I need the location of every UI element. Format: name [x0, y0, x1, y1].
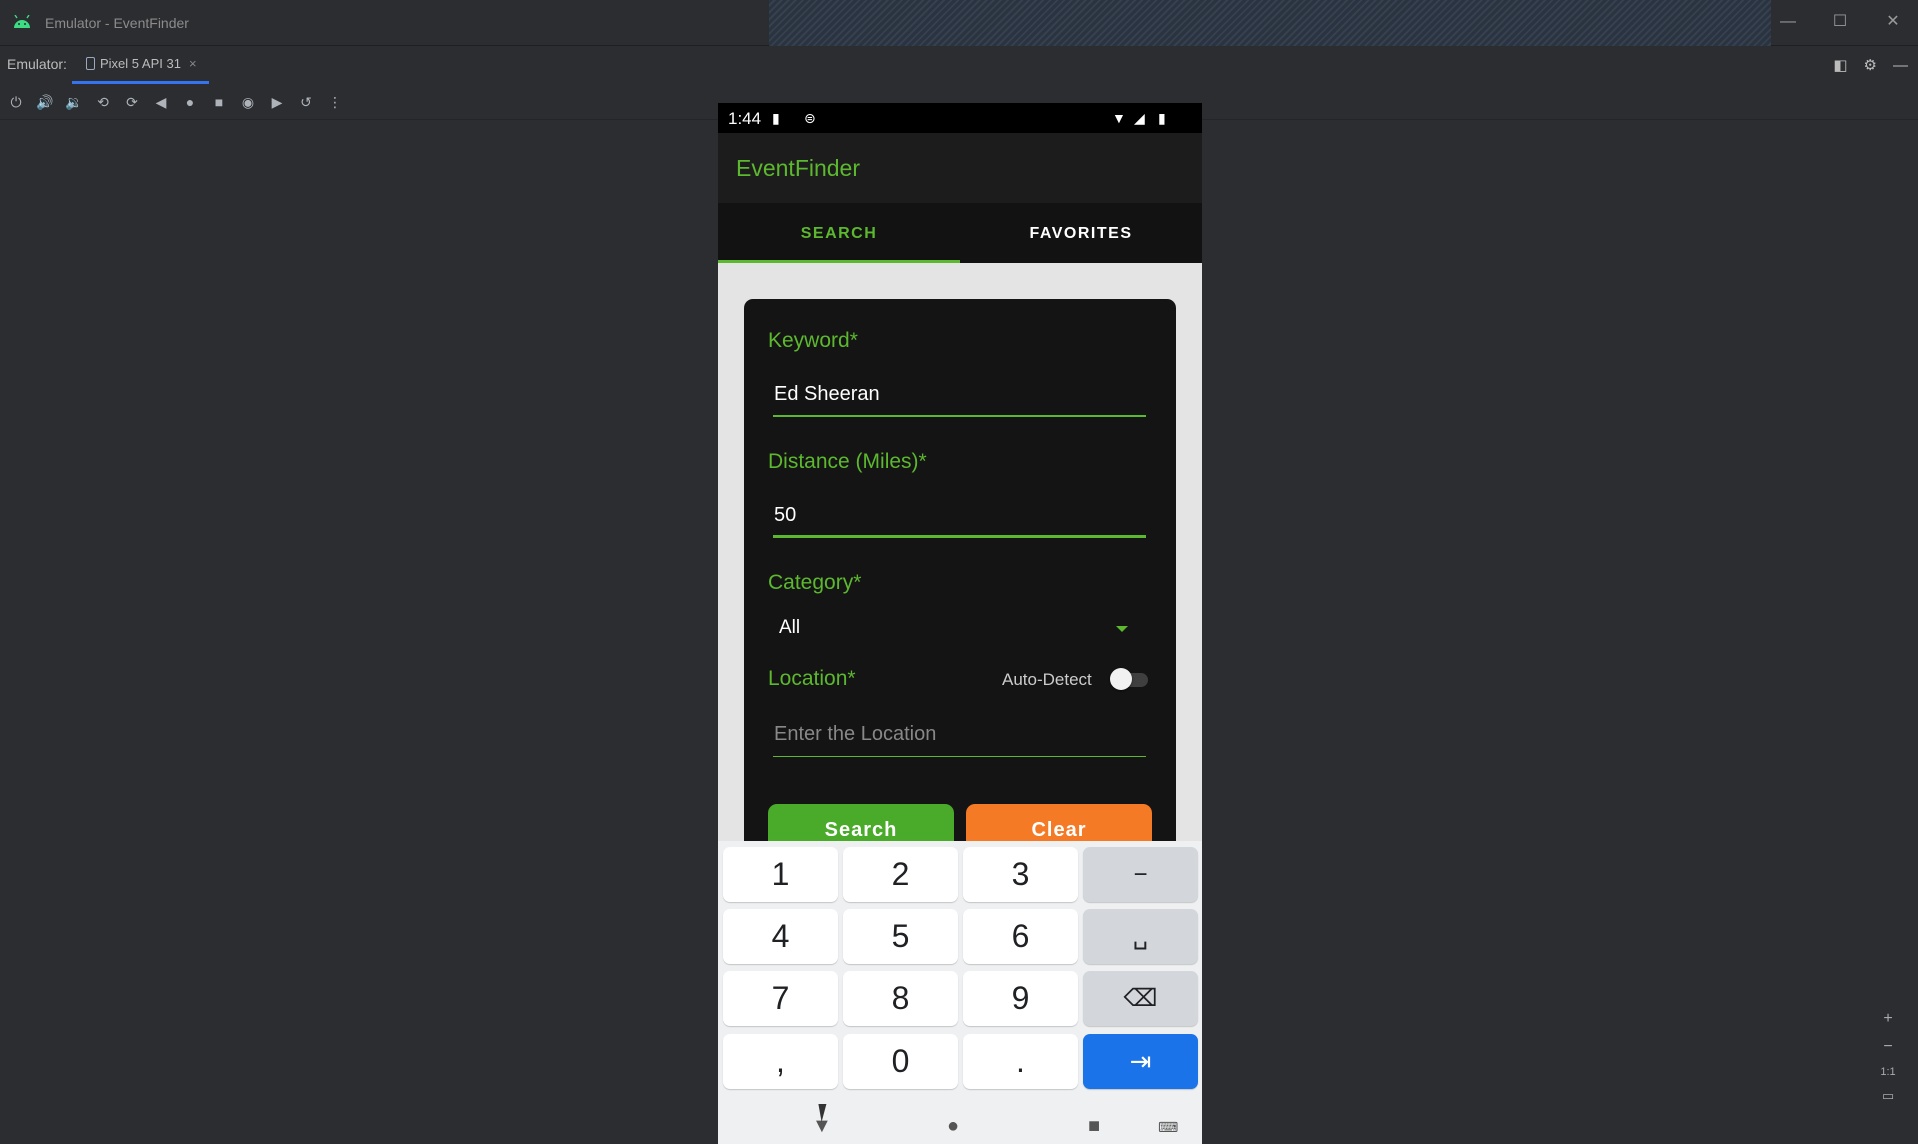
- right-tools: ◧ ⚙ —: [1833, 46, 1908, 84]
- zoom-fit-icon[interactable]: ▭: [1874, 1088, 1902, 1104]
- keyword-label: Keyword*: [768, 329, 858, 352]
- close-icon[interactable]: ✕: [1881, 10, 1905, 34]
- emulator-label: Emulator:: [7, 56, 67, 72]
- tab-search[interactable]: SEARCH: [718, 203, 960, 263]
- sd-card-icon: ▮: [772, 110, 780, 126]
- tab-close-icon[interactable]: ×: [189, 56, 197, 71]
- tab-favorites[interactable]: FAVORITES: [960, 203, 1202, 263]
- distance-input[interactable]: 50: [773, 504, 1146, 538]
- auto-detect-toggle[interactable]: [1110, 668, 1148, 690]
- key-comma[interactable]: ,: [723, 1034, 838, 1089]
- key-2[interactable]: 2: [843, 847, 958, 902]
- app-tabs: SEARCH FAVORITES: [718, 203, 1202, 263]
- notification-icon: ⊜: [804, 110, 816, 126]
- emulator-tab-bar: Emulator: Pixel 5 API 31 ×: [0, 46, 1918, 84]
- hide-panel-icon[interactable]: —: [1893, 57, 1908, 74]
- screenshot-icon[interactable]: ◉: [238, 92, 258, 112]
- key-4[interactable]: 4: [723, 909, 838, 964]
- key-5[interactable]: 5: [843, 909, 958, 964]
- navigation-bar: ▼ ● ■ ⌨: [718, 1109, 1202, 1144]
- key-3[interactable]: 3: [963, 847, 1078, 902]
- android-icon: [14, 15, 30, 28]
- keyboard-switch-icon[interactable]: ⌨: [1158, 1119, 1178, 1136]
- phone-screen: 1:44 ▮ ⊜ ▼ ◢ ▮ EventFinder SEARCH FAVORI…: [718, 103, 1202, 1144]
- category-dropdown[interactable]: All: [773, 617, 1146, 651]
- key-1[interactable]: 1: [723, 847, 838, 902]
- home-icon[interactable]: ●: [180, 92, 200, 112]
- space-icon[interactable]: ␣: [1083, 909, 1198, 964]
- window-title: Emulator - EventFinder: [45, 15, 189, 31]
- record-icon[interactable]: ▶: [267, 92, 287, 112]
- search-form-card: Keyword* Ed Sheeran Distance (Miles)* 50…: [744, 299, 1176, 899]
- rotate-right-icon[interactable]: ⟳: [122, 92, 142, 112]
- status-bar: 1:44 ▮ ⊜ ▼ ◢ ▮: [718, 103, 1202, 133]
- volume-down-icon[interactable]: 🔉: [64, 92, 84, 112]
- device-tab-label: Pixel 5 API 31: [100, 56, 181, 71]
- recents-nav-icon[interactable]: ■: [1088, 1115, 1100, 1138]
- auto-detect-label: Auto-Detect: [1002, 670, 1092, 689]
- category-label: Category*: [768, 571, 862, 594]
- reset-icon[interactable]: ↺: [296, 92, 316, 112]
- category-value: All: [779, 617, 801, 638]
- device-icon: [86, 57, 95, 70]
- volume-up-icon[interactable]: 🔊: [35, 92, 55, 112]
- toggle-thumb: [1110, 668, 1132, 690]
- battery-icon: ▮: [1158, 110, 1166, 126]
- key-minus[interactable]: −: [1083, 847, 1198, 902]
- status-time: 1:44: [728, 109, 762, 128]
- numeric-keyboard: 1 2 3 − 4 5 6 ␣ 7 8 9 ⌫ , 0 . ⇥ ▼ ● ■ ⌨: [718, 841, 1202, 1144]
- power-icon[interactable]: ⏻: [6, 92, 26, 112]
- device-tab[interactable]: Pixel 5 API 31 ×: [72, 46, 209, 84]
- back-icon[interactable]: ◀: [151, 92, 171, 112]
- key-8[interactable]: 8: [843, 971, 958, 1026]
- gear-icon[interactable]: ⚙: [1864, 56, 1877, 74]
- signal-icon: ◢: [1134, 110, 1145, 126]
- mouse-cursor-icon: [818, 1104, 836, 1122]
- more-icon[interactable]: ⋮: [325, 92, 345, 112]
- location-input[interactable]: Enter the Location: [773, 723, 1146, 757]
- key-6[interactable]: 6: [963, 909, 1078, 964]
- home-nav-icon[interactable]: ●: [947, 1115, 959, 1138]
- zoom-in-icon[interactable]: +: [1874, 1010, 1902, 1028]
- key-period[interactable]: .: [963, 1034, 1078, 1089]
- minimize-icon[interactable]: —: [1776, 10, 1800, 34]
- distance-label: Distance (Miles)*: [768, 450, 927, 473]
- keyword-input[interactable]: Ed Sheeran: [773, 383, 1146, 417]
- wifi-icon: ▼: [1112, 110, 1126, 126]
- chevron-down-icon: [1116, 626, 1128, 632]
- app-title: EventFinder: [736, 155, 861, 181]
- backspace-icon[interactable]: ⌫: [1083, 971, 1198, 1026]
- maximize-icon[interactable]: ☐: [1828, 10, 1852, 34]
- key-7[interactable]: 7: [723, 971, 838, 1026]
- layout-icon[interactable]: ◧: [1833, 56, 1847, 74]
- next-field-icon[interactable]: ⇥: [1083, 1034, 1198, 1089]
- key-0[interactable]: 0: [843, 1034, 958, 1089]
- app-bar: EventFinder: [718, 133, 1202, 203]
- zoom-controls: + − 1:1 ▭: [1874, 1010, 1902, 1104]
- zoom-out-icon[interactable]: −: [1874, 1038, 1902, 1056]
- location-label: Location*: [768, 667, 856, 690]
- zoom-actual-size-button[interactable]: 1:1: [1874, 1066, 1902, 1078]
- overview-icon[interactable]: ■: [209, 92, 229, 112]
- key-9[interactable]: 9: [963, 971, 1078, 1026]
- rotate-left-icon[interactable]: ⟲: [93, 92, 113, 112]
